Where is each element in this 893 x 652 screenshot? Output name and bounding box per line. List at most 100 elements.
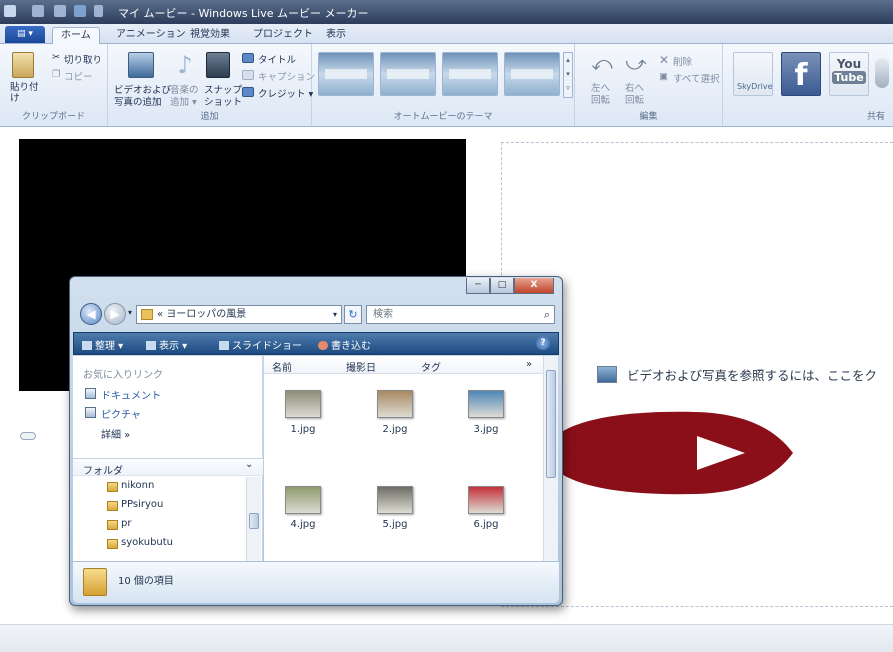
delete-button[interactable]: 削除 bbox=[673, 54, 692, 68]
help-icon[interactable]: ? bbox=[536, 336, 550, 350]
paste-icon[interactable] bbox=[12, 52, 34, 78]
music-note-icon[interactable]: ♪ bbox=[176, 52, 194, 78]
recent-pages-dropdown[interactable]: ▾ bbox=[128, 308, 132, 317]
burn-label: 書き込む bbox=[331, 341, 371, 352]
folders-header[interactable]: フォルダ ⌄ bbox=[73, 458, 263, 477]
file-thumbnail[interactable] bbox=[377, 486, 413, 514]
search-input[interactable]: 検索 ⌕ bbox=[366, 305, 555, 324]
folders-chevron-icon[interactable]: ⌄ bbox=[245, 459, 253, 470]
column-name[interactable]: 名前 bbox=[272, 359, 292, 374]
file-thumbnail[interactable] bbox=[468, 390, 504, 418]
file-thumbnail[interactable] bbox=[285, 390, 321, 418]
snapshot-label-2[interactable]: ショット bbox=[204, 94, 242, 108]
tab-visual-effects[interactable]: 視覚効果 bbox=[182, 27, 238, 44]
select-all-button[interactable]: すべて選択 bbox=[673, 71, 719, 85]
file-thumbnail[interactable] bbox=[468, 486, 504, 514]
folders-label: フォルダ bbox=[83, 466, 123, 477]
add-music-label-2[interactable]: 追加 ▾ bbox=[170, 94, 197, 108]
theme-thumbnail[interactable] bbox=[380, 52, 436, 96]
credits-icon[interactable] bbox=[242, 87, 254, 97]
themes-gallery-scroller[interactable]: ▴ ▾ ▿ bbox=[563, 52, 573, 98]
file-thumbnail[interactable] bbox=[285, 486, 321, 514]
theme-thumbnail[interactable] bbox=[318, 52, 374, 96]
rotate-left-icon[interactable]: ⤺ bbox=[591, 52, 613, 74]
close-button[interactable]: X bbox=[514, 278, 554, 294]
facebook-button[interactable]: f bbox=[781, 52, 821, 96]
tree-item[interactable]: nikonn bbox=[121, 480, 154, 491]
minimize-button[interactable]: ─ bbox=[466, 278, 490, 294]
column-date[interactable]: 撮影日 bbox=[346, 359, 376, 374]
column-more[interactable]: » bbox=[526, 359, 532, 370]
youtube-button[interactable]: You Tube bbox=[829, 52, 869, 96]
nav-documents[interactable]: ドキュメント bbox=[101, 387, 161, 402]
scrollbar-thumb[interactable] bbox=[546, 370, 556, 478]
application-menu-button[interactable]: ▤ ▾ bbox=[5, 26, 45, 43]
redo-icon[interactable] bbox=[74, 5, 86, 17]
theme-thumbnail[interactable] bbox=[504, 52, 560, 96]
search-icon[interactable]: ⌕ bbox=[544, 306, 550, 323]
organize-icon bbox=[82, 341, 92, 350]
forward-button[interactable]: ▶ bbox=[104, 303, 126, 325]
more-share-icon[interactable] bbox=[875, 58, 889, 88]
back-button[interactable]: ◀ bbox=[80, 303, 102, 325]
tab-home[interactable]: ホーム bbox=[52, 27, 100, 44]
tab-view[interactable]: 表示 bbox=[318, 27, 354, 44]
undo-icon[interactable] bbox=[54, 5, 66, 17]
nav-more-link[interactable]: 詳細 » bbox=[101, 426, 130, 441]
tree-item[interactable]: PPsiryou bbox=[121, 499, 163, 510]
cut-button[interactable]: 切り取り bbox=[64, 52, 102, 66]
slideshow-button[interactable]: スライドショー bbox=[219, 337, 302, 352]
add-video-photo-icon[interactable] bbox=[128, 52, 154, 78]
slideshow-icon bbox=[219, 341, 229, 350]
address-dropdown-icon[interactable]: ▾ bbox=[333, 306, 337, 323]
title-icon[interactable] bbox=[242, 53, 254, 63]
theme-thumbnail[interactable] bbox=[442, 52, 498, 96]
file-name[interactable]: 1.jpg bbox=[273, 424, 333, 435]
rotate-left-label-2[interactable]: 回転 bbox=[591, 92, 610, 106]
refresh-button[interactable]: ↻ bbox=[344, 305, 362, 324]
ribbon: 貼り付け ✂ 切り取り ❐ コピー クリップボード ビデオおよび 写真の追加 ♪… bbox=[0, 44, 893, 127]
address-bar[interactable]: « ヨーロッパの風景 ▾ bbox=[136, 305, 342, 324]
snapshot-icon[interactable] bbox=[206, 52, 230, 78]
file-name[interactable]: 4.jpg bbox=[273, 519, 333, 530]
tab-animations[interactable]: アニメーション bbox=[108, 27, 194, 44]
folders-scrollbar[interactable] bbox=[246, 477, 261, 561]
explorer-window[interactable]: ─ □ X ◀ ▶ ▾ « ヨーロッパの風景 ▾ ↻ 検索 ⌕ 整理 ▾ 表示 ▾ … bbox=[69, 276, 563, 606]
add-video-photo-label-2[interactable]: 写真の追加 bbox=[114, 94, 162, 108]
nav-pictures[interactable]: ピクチャ bbox=[101, 406, 141, 421]
command-bar: 整理 ▾ 表示 ▾ スライドショー 書き込む ? bbox=[73, 332, 559, 355]
tree-item[interactable]: syokubutu bbox=[121, 537, 173, 548]
rotate-right-icon[interactable]: ⤻ bbox=[625, 52, 647, 74]
save-icon[interactable] bbox=[32, 5, 44, 17]
tree-item[interactable]: pr bbox=[121, 518, 131, 529]
paste-button[interactable]: 貼り付け bbox=[10, 82, 40, 104]
organize-button[interactable]: 整理 ▾ bbox=[82, 337, 123, 352]
file-thumbnail[interactable] bbox=[377, 390, 413, 418]
skydrive-button[interactable]: SkyDrive bbox=[733, 52, 773, 96]
burn-button[interactable]: 書き込む bbox=[318, 337, 371, 352]
file-name[interactable]: 5.jpg bbox=[365, 519, 425, 530]
rotate-right-label-2[interactable]: 回転 bbox=[625, 92, 644, 106]
preview-seek-slider[interactable] bbox=[20, 432, 36, 440]
copy-button[interactable]: コピー bbox=[64, 69, 93, 83]
file-name[interactable]: 3.jpg bbox=[456, 424, 516, 435]
file-list-scrollbar[interactable] bbox=[543, 356, 558, 561]
caption-button[interactable]: キャプション bbox=[258, 69, 315, 83]
column-tags[interactable]: タグ bbox=[421, 359, 441, 374]
file-list[interactable]: 名前 撮影日 タグ » 1.jpg 2.jpg 3.jpg 4.jpg 5.jp… bbox=[264, 356, 558, 561]
folder-icon bbox=[83, 568, 107, 596]
storyboard-hint[interactable]: ビデオおよび写真を参照するには、ここをク bbox=[627, 365, 877, 384]
quick-access-dropdown-icon[interactable] bbox=[94, 5, 103, 17]
views-icon bbox=[146, 341, 156, 350]
file-name[interactable]: 6.jpg bbox=[456, 519, 516, 530]
credits-button[interactable]: クレジット ▾ bbox=[258, 86, 313, 100]
clipboard-group: 貼り付け ✂ 切り取り ❐ コピー クリップボード bbox=[0, 44, 108, 126]
tab-project[interactable]: プロジェクト bbox=[245, 27, 321, 44]
scrollbar-thumb[interactable] bbox=[249, 513, 259, 529]
cut-icon[interactable]: ✂ bbox=[52, 52, 60, 63]
views-button[interactable]: 表示 ▾ bbox=[146, 337, 187, 352]
title-button[interactable]: タイトル bbox=[258, 52, 296, 66]
maximize-button[interactable]: □ bbox=[490, 278, 514, 294]
navigation-pane: お気に入りリンク ドキュメント ピクチャ 詳細 » フォルダ ⌄ nikonn … bbox=[73, 356, 263, 561]
file-name[interactable]: 2.jpg bbox=[365, 424, 425, 435]
